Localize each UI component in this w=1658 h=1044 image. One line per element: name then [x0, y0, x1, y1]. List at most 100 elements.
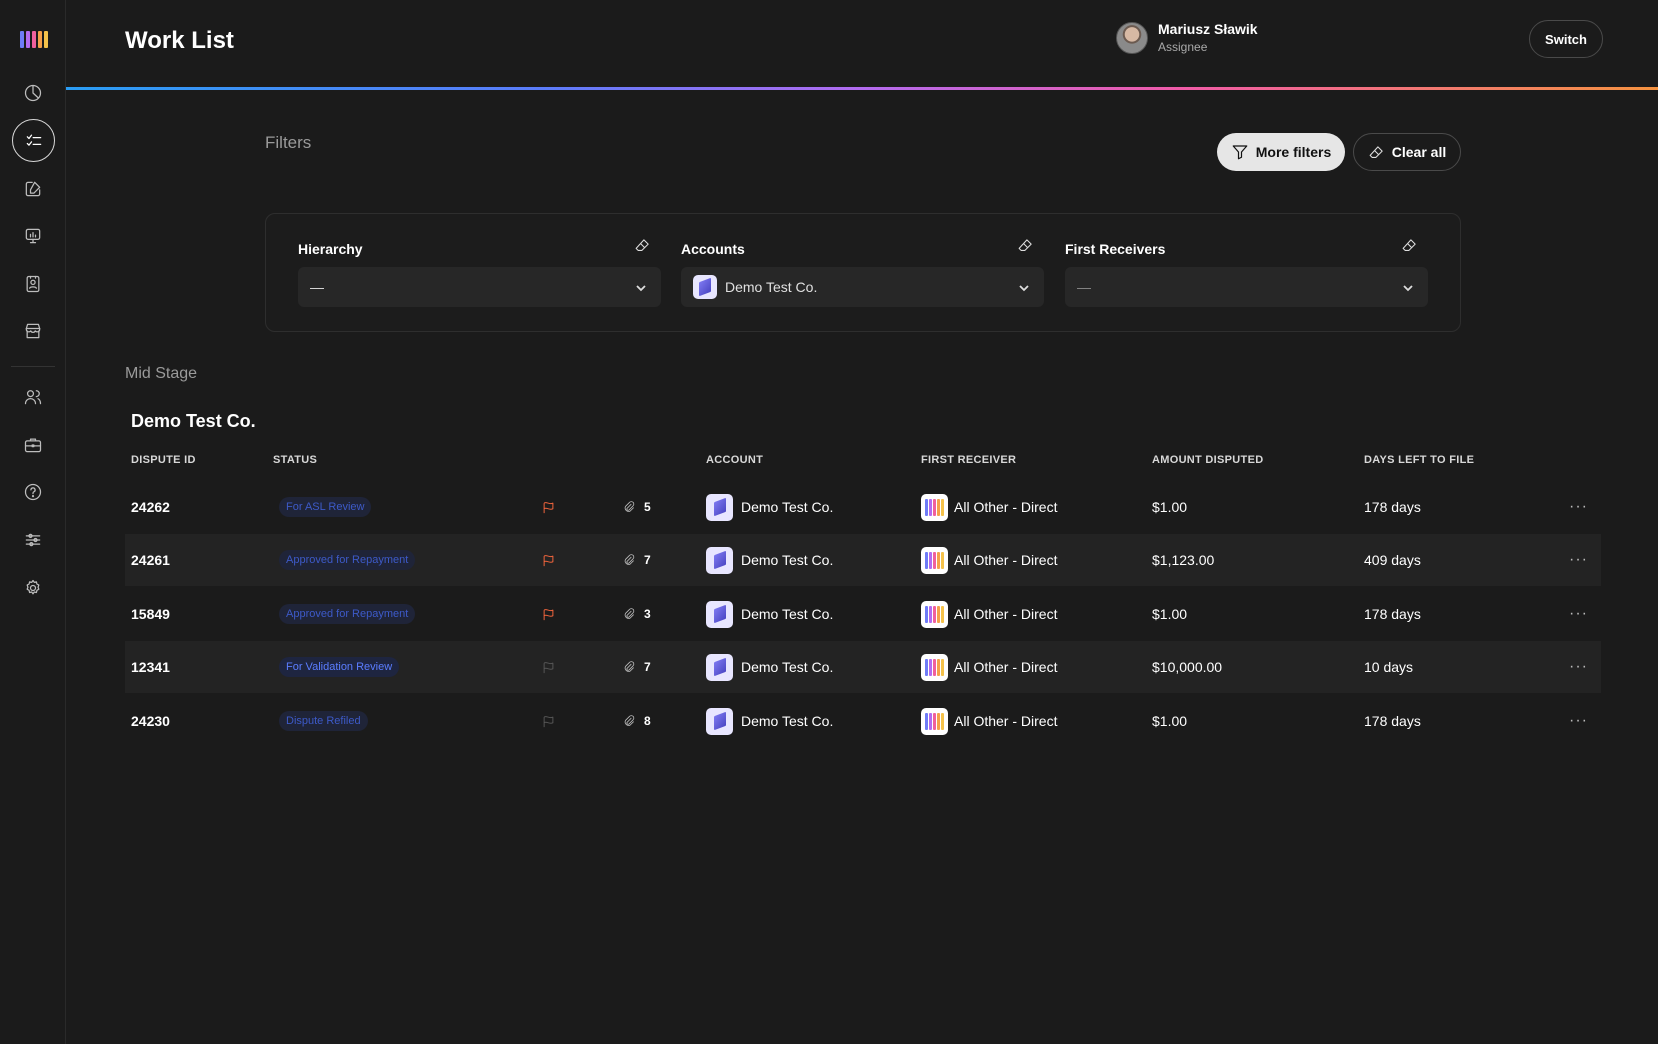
status-badge: Approved for Repayment — [279, 550, 416, 570]
paperclip-icon — [624, 501, 635, 512]
paperclip-icon — [624, 554, 635, 565]
receiver-logo-icon — [921, 600, 948, 628]
clear-accounts-button[interactable] — [1017, 237, 1034, 259]
status-badge: Approved for Repayment — [279, 604, 416, 624]
days-left: 178 days — [1364, 499, 1421, 515]
attachments[interactable]: 8 — [622, 695, 651, 747]
flag-button[interactable] — [541, 641, 556, 693]
edit-document-icon — [25, 181, 41, 197]
hierarchy-value: — — [310, 279, 324, 295]
more-actions-button[interactable]: ··· — [1569, 588, 1588, 640]
avatar — [1116, 21, 1148, 54]
store-icon — [25, 323, 41, 339]
sidebar-item-contacts[interactable] — [13, 264, 53, 304]
sidebar-item-dashboard[interactable] — [13, 73, 53, 113]
flag-icon — [543, 554, 554, 566]
receiver-logo-icon — [921, 707, 948, 735]
more-actions-button[interactable]: ··· — [1569, 534, 1588, 586]
dispute-id[interactable]: 12341 — [131, 641, 170, 693]
column-days-left[interactable]: DAYS LEFT TO FILE — [1364, 454, 1474, 466]
filter-panel: Hierarchy — Accounts Demo Test Co. First… — [265, 213, 1461, 332]
sidebar-item-reports[interactable] — [13, 216, 53, 256]
dispute-id[interactable]: 24261 — [131, 534, 170, 586]
help-icon — [24, 483, 42, 501]
more-actions-button[interactable]: ··· — [1569, 695, 1588, 747]
table-row[interactable]: 12341 For Validation Review 7 Demo Test Co.… — [125, 641, 1601, 693]
attachments[interactable]: 3 — [622, 588, 651, 640]
accounts-value: Demo Test Co. — [725, 279, 818, 295]
amount-disputed: $1.00 — [1152, 499, 1188, 515]
column-account[interactable]: ACCOUNT — [706, 454, 763, 466]
hierarchy-select[interactable]: — — [298, 267, 661, 307]
column-first-receiver[interactable]: FIRST RECEIVER — [921, 454, 1016, 466]
account-logo-icon — [706, 653, 733, 681]
receiver-name: All Other - Direct — [954, 659, 1058, 675]
stage-label: Mid Stage — [125, 365, 198, 382]
briefcase-icon — [24, 438, 42, 453]
attachment-count: 7 — [644, 660, 651, 674]
hierarchy-filter: Hierarchy — — [298, 237, 661, 307]
first-receivers-select[interactable]: — — [1065, 267, 1428, 307]
flag-icon — [543, 715, 554, 727]
sidebar-item-worklist[interactable] — [12, 119, 55, 162]
flag-button[interactable] — [541, 588, 556, 640]
amount-disputed: $1.00 — [1152, 606, 1188, 622]
hierarchy-label: Hierarchy — [298, 241, 363, 257]
account-name: Demo Test Co. — [741, 552, 834, 568]
first-receivers-filter: First Receivers — — [1065, 237, 1428, 307]
table-row[interactable]: 15849 Approved for Repayment 3 Demo Test Co… — [125, 588, 1601, 640]
flag-button[interactable] — [541, 534, 556, 586]
more-actions-button[interactable]: ··· — [1569, 641, 1588, 693]
paperclip-icon — [624, 715, 635, 726]
attachment-count: 3 — [644, 607, 651, 621]
sidebar-item-sliders[interactable] — [13, 520, 53, 560]
amount-disputed: $10,000.00 — [1152, 659, 1223, 675]
account-name: Demo Test Co. — [741, 659, 834, 675]
status-badge: For ASL Review — [279, 497, 372, 517]
switch-button[interactable]: Switch — [1529, 20, 1603, 58]
attachment-count: 5 — [644, 500, 651, 514]
sidebar-item-store[interactable] — [13, 311, 53, 351]
receiver-logo-icon — [921, 653, 948, 681]
eraser-icon — [1018, 239, 1032, 251]
sidebar-item-help[interactable] — [13, 472, 53, 512]
dashboard-pie-icon — [24, 84, 42, 102]
column-dispute-id[interactable]: DISPUTE ID — [131, 454, 196, 466]
chevron-down-icon — [1018, 281, 1030, 293]
dispute-id[interactable]: 24262 — [131, 481, 170, 533]
accounts-select[interactable]: Demo Test Co. — [681, 267, 1044, 307]
table-row[interactable]: 24262 For ASL Review 5 Demo Test Co. All Oth… — [125, 481, 1601, 533]
users-icon — [24, 390, 42, 405]
table-row[interactable]: 24261 Approved for Repayment 7 Demo Test Co… — [125, 534, 1601, 586]
sidebar-item-settings[interactable] — [13, 568, 53, 608]
sidebar-item-users[interactable] — [13, 377, 53, 417]
accounts-label: Accounts — [681, 241, 745, 257]
dispute-id[interactable]: 15849 — [131, 588, 170, 640]
worklist-checklist-icon — [26, 134, 41, 146]
clear-first-receivers-button[interactable] — [1401, 237, 1418, 259]
eraser-icon — [635, 239, 649, 251]
paperclip-icon — [624, 661, 635, 672]
column-amount-disputed[interactable]: AMOUNT DISPUTED — [1152, 454, 1263, 466]
more-filters-button[interactable]: More filters — [1217, 133, 1345, 171]
attachments[interactable]: 7 — [622, 641, 651, 693]
clear-hierarchy-button[interactable] — [634, 237, 651, 259]
more-actions-button[interactable]: ··· — [1569, 481, 1588, 533]
sidebar-item-edit[interactable] — [13, 169, 53, 209]
first-receivers-value: — — [1077, 279, 1091, 295]
column-status[interactable]: STATUS — [273, 454, 317, 466]
user-profile[interactable]: Mariusz Sławik Assignee — [1116, 21, 1258, 54]
status-badge: For Validation Review — [279, 657, 400, 677]
clear-all-button[interactable]: Clear all — [1353, 133, 1461, 171]
app-logo[interactable] — [20, 31, 48, 48]
dispute-id[interactable]: 24230 — [131, 695, 170, 747]
amount-disputed: $1,123.00 — [1152, 552, 1215, 568]
days-left: 10 days — [1364, 659, 1414, 675]
attachments[interactable]: 5 — [622, 481, 651, 533]
table-row[interactable]: 24230 Dispute Refiled 8 Demo Test Co. All Ot… — [125, 695, 1601, 747]
flag-icon — [543, 608, 554, 620]
flag-button[interactable] — [541, 695, 556, 747]
days-left: 178 days — [1364, 606, 1421, 622]
attachments[interactable]: 7 — [622, 534, 651, 586]
flag-button[interactable] — [541, 481, 556, 533]
